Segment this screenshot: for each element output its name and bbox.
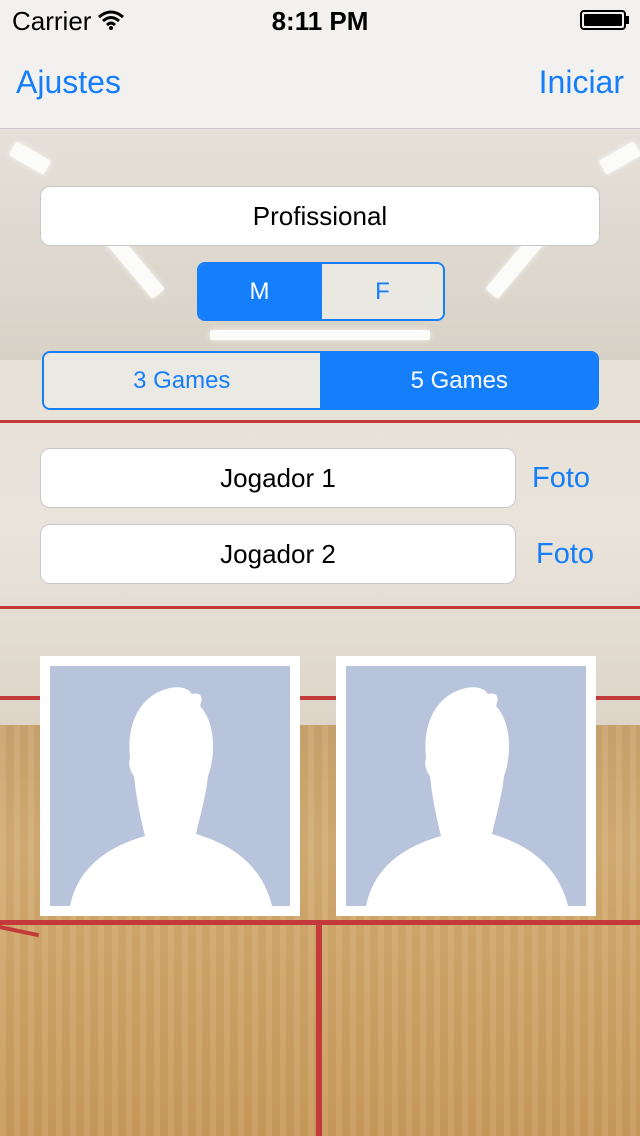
court-line xyxy=(0,420,640,423)
player-1-avatar[interactable] xyxy=(40,656,300,916)
player-1-photo-button[interactable]: Foto xyxy=(532,462,590,495)
segment-male-label: M xyxy=(249,277,270,305)
court-line xyxy=(0,606,640,609)
settings-button[interactable]: Ajustes xyxy=(16,64,121,101)
navigation-bar: Ajustes Iniciar xyxy=(0,40,640,129)
segment-female-label: F xyxy=(375,277,390,305)
avatar-background xyxy=(50,666,290,906)
player-2-name: Jogador 2 xyxy=(220,538,336,569)
avatar-background xyxy=(346,666,586,906)
segment-5-games[interactable]: 5 Games xyxy=(319,353,597,408)
status-bar: Carrier 8:11 PM xyxy=(0,0,640,40)
category-value: Profissional xyxy=(252,200,388,231)
start-button[interactable]: Iniciar xyxy=(539,64,624,101)
player-2-photo-button[interactable]: Foto xyxy=(536,538,594,571)
segment-male[interactable]: M xyxy=(199,264,320,319)
court-line xyxy=(316,920,322,1136)
segment-3-games[interactable]: 3 Games xyxy=(44,353,320,408)
player-1-name-field[interactable]: Jogador 1 xyxy=(40,448,516,508)
battery-icon xyxy=(580,10,629,30)
person-placeholder-icon xyxy=(366,687,568,906)
ceiling-light xyxy=(210,330,430,340)
category-field[interactable]: Profissional xyxy=(40,186,600,246)
segment-female[interactable]: F xyxy=(320,264,443,319)
person-placeholder-icon xyxy=(70,687,272,906)
games-segmented-control: 3 Games 5 Games xyxy=(42,351,599,410)
player-2-avatar[interactable] xyxy=(336,656,596,916)
player-2-name-field[interactable]: Jogador 2 xyxy=(40,524,516,584)
status-time: 8:11 PM xyxy=(271,6,369,36)
gender-segmented-control: M F xyxy=(197,262,445,321)
player-1-name: Jogador 1 xyxy=(220,462,336,493)
segment-5-games-label: 5 Games xyxy=(410,366,508,394)
segment-3-games-label: 3 Games xyxy=(133,366,231,394)
